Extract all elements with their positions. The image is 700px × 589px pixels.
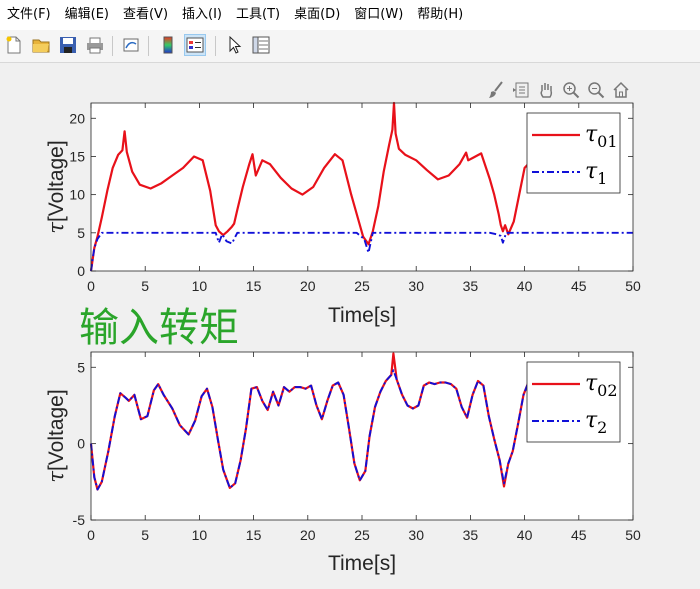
bottom-series-line-red — [89, 352, 541, 491]
top-axes-background — [91, 103, 633, 271]
bottom-x-tick-label: 35 — [463, 527, 479, 543]
brush-icon[interactable] — [485, 79, 506, 100]
pan-icon[interactable] — [535, 79, 556, 100]
top-series-line-blue — [90, 231, 633, 272]
top-x-tick-label: 45 — [571, 278, 587, 294]
menu-bar: 文件(F) 编辑(E) 查看(V) 插入(I) 工具(T) 桌面(D) 窗口(W… — [0, 0, 700, 31]
menu-view[interactable]: 查看(V) — [116, 0, 175, 30]
bottom-y-tick-label: 5 — [77, 359, 85, 375]
top-x-tick-label: 0 — [87, 278, 95, 294]
bottom-x-axis-label: Time[s] — [328, 552, 396, 575]
top-x-tick-label: 25 — [354, 278, 370, 294]
top-x-tick-label: 50 — [625, 278, 641, 294]
bottom-x-tick-label: 30 — [408, 527, 424, 543]
top-x-axis-label: Time[s] — [328, 304, 396, 327]
top-axes-frame — [90, 102, 634, 272]
toolbar-separator — [112, 36, 113, 56]
bottom-x-tick-label: 50 — [625, 527, 641, 543]
bottom-x-tick-label: 0 — [87, 527, 95, 543]
link-plot-icon[interactable] — [120, 34, 142, 56]
menu-edit[interactable]: 编辑(E) — [58, 0, 116, 30]
svg-text:τ[Voltage]: τ[Voltage] — [44, 140, 68, 233]
toolbar-separator — [148, 36, 149, 56]
bottom-y-axis-label: τ[Voltage] — [44, 389, 68, 482]
bottom-series-line-blue — [90, 369, 541, 491]
menu-window[interactable]: 窗口(W) — [347, 0, 410, 30]
legend-label-tau1: τ1 — [585, 159, 607, 188]
bottom-x-tick-label: 5 — [141, 527, 149, 543]
bottom-x-tick-label: 45 — [571, 527, 587, 543]
property-editor-icon[interactable] — [250, 34, 272, 56]
top-y-tick-label: 15 — [69, 148, 85, 164]
bottom-y-axis-text: [Voltage] — [45, 389, 68, 471]
legend-icon[interactable] — [184, 34, 206, 56]
home-icon[interactable] — [610, 79, 631, 100]
top-legend: τ01 τ1 — [526, 112, 621, 194]
top-x-tick-label: 20 — [300, 278, 316, 294]
figure-toolbar — [0, 30, 700, 63]
top-y-tick-label: 20 — [69, 110, 85, 126]
bottom-x-tick-label: 20 — [300, 527, 316, 543]
colorbar-icon[interactable] — [157, 34, 179, 56]
svg-text:τ[Voltage]: τ[Voltage] — [44, 389, 68, 482]
zoom-out-icon[interactable] — [585, 79, 606, 100]
bottom-x-tick-label: 10 — [192, 527, 208, 543]
zoom-in-icon[interactable] — [560, 79, 581, 100]
toolbar-separator — [215, 36, 216, 56]
top-y-axis-text: [Voltage] — [45, 140, 68, 222]
bottom-x-tick-label: 25 — [354, 527, 370, 543]
top-y-tick-label: 5 — [77, 225, 85, 241]
open-folder-icon[interactable] — [30, 34, 52, 56]
top-y-tick-label: 10 — [69, 187, 85, 203]
legend-label-tau01: τ01 — [585, 122, 618, 151]
pointer-icon[interactable] — [223, 34, 245, 56]
bottom-axes-background — [91, 352, 633, 520]
bottom-y-tick-label: 0 — [77, 436, 85, 452]
top-legend-box — [526, 112, 621, 194]
new-file-icon[interactable] — [3, 34, 25, 56]
legend-label-tau02: τ02 — [585, 371, 618, 400]
top-x-tick-label: 10 — [192, 278, 208, 294]
menu-help[interactable]: 帮助(H) — [410, 0, 470, 30]
top-y-axis-symbol: τ — [44, 222, 68, 234]
menu-file[interactable]: 文件(F) — [0, 0, 58, 30]
print-icon[interactable] — [84, 34, 106, 56]
bottom-x-tick-label: 40 — [517, 527, 533, 543]
top-x-tick-label: 30 — [408, 278, 424, 294]
top-axes: 0 5 10 15 20 25 30 35 40 45 50 0 5 10 15 20 Time[s] τ[V… — [44, 101, 641, 327]
menu-tools[interactable]: 工具(T) — [229, 0, 287, 30]
bottom-axes-frame — [90, 351, 634, 521]
top-x-tick-label: 15 — [246, 278, 262, 294]
top-x-tick-label: 5 — [141, 278, 149, 294]
bottom-y-axis-symbol: τ — [44, 471, 68, 483]
menu-desktop[interactable]: 桌面(D) — [287, 0, 347, 30]
bottom-axes: 0 5 10 15 20 25 30 35 40 45 50-505 Time[s] τ[Volta… — [44, 351, 641, 575]
menu-insert[interactable]: 插入(I) — [175, 0, 229, 30]
top-y-tick-label: 0 — [77, 263, 85, 279]
axes-toolbar — [485, 79, 631, 101]
top-x-tick-label: 40 — [517, 278, 533, 294]
save-icon[interactable] — [57, 34, 79, 56]
annotation-text: 输入转矩 — [79, 306, 239, 350]
bottom-legend: τ02 τ2 — [526, 361, 621, 443]
top-y-axis-label: τ[Voltage] — [44, 140, 68, 233]
data-tips-icon[interactable] — [510, 79, 531, 100]
top-x-tick-label: 35 — [463, 278, 479, 294]
top-series-line-red — [89, 101, 542, 272]
bottom-y-tick-label: -5 — [73, 512, 86, 528]
legend-label-tau2: τ2 — [585, 408, 607, 437]
bottom-x-tick-label: 15 — [246, 527, 262, 543]
bottom-legend-box — [526, 361, 621, 443]
